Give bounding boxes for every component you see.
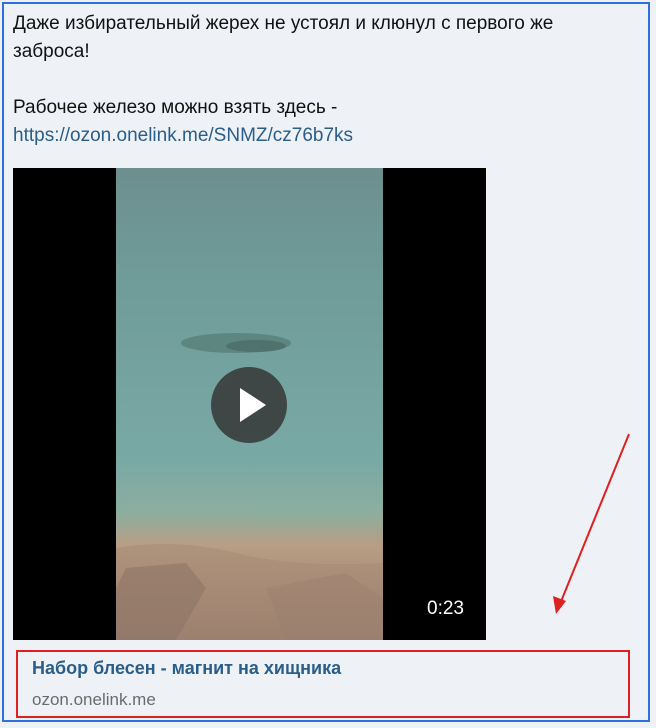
- annotation-arrow: [553, 433, 630, 614]
